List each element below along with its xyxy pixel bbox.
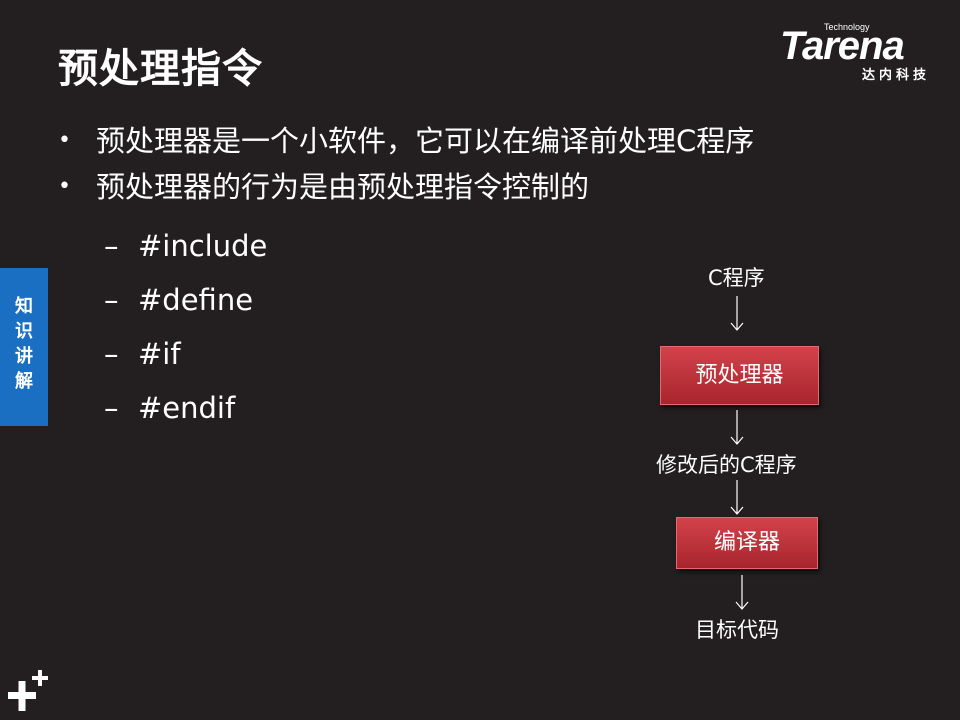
- flow-middle-label: 修改后的C程序: [656, 453, 797, 477]
- bullet-text: 预处理器是一个小软件，它可以在编译前处理C程序: [96, 124, 755, 158]
- slide-title: 预处理指令: [58, 46, 263, 92]
- flow-start-label: C程序: [708, 266, 765, 290]
- dash-icon: –: [104, 337, 119, 371]
- directive-item: – #endif: [104, 384, 267, 438]
- dash-icon: –: [104, 391, 119, 425]
- directive-text: #endif: [138, 391, 236, 425]
- dash-icon: –: [104, 283, 119, 317]
- side-tab: 知识讲解: [0, 268, 48, 426]
- directive-text: #define: [138, 283, 254, 317]
- down-arrow-icon: [730, 410, 744, 445]
- directive-text: #include: [138, 229, 268, 263]
- directive-item: – #include: [104, 222, 267, 276]
- bullet-dot-icon: •: [58, 128, 71, 153]
- directive-list: – #include – #define – #if – #endif: [104, 222, 267, 438]
- slide: 预处理指令 Technology Tarena 达内科技 • 预处理器是一个小软…: [0, 0, 960, 720]
- bullet-text: 预处理器的行为是由预处理指令控制的: [96, 170, 590, 204]
- down-arrow-icon: [735, 575, 749, 610]
- bullet-item: • 预处理器是一个小软件，它可以在编译前处理C程序: [58, 118, 754, 164]
- bullet-dot-icon: •: [58, 174, 71, 199]
- bullet-list: • 预处理器是一个小软件，它可以在编译前处理C程序 • 预处理器的行为是由预处理…: [58, 118, 754, 210]
- plus-logo-icon: [8, 670, 48, 711]
- compiler-box: 编译器: [676, 517, 818, 569]
- logo-brand-text: Tarena: [780, 24, 905, 68]
- down-arrow-icon: [730, 480, 744, 515]
- down-arrow-icon: [730, 296, 744, 331]
- directive-text: #if: [138, 337, 181, 371]
- tarena-logo: Technology Tarena 达内科技: [780, 22, 948, 86]
- side-tab-label: 知识讲解: [15, 296, 33, 392]
- flow-end-label: 目标代码: [695, 618, 779, 642]
- dash-icon: –: [104, 229, 119, 263]
- directive-item: – #define: [104, 276, 267, 330]
- directive-item: – #if: [104, 330, 267, 384]
- bullet-item: • 预处理器的行为是由预处理指令控制的: [58, 164, 754, 210]
- logo-subtitle-text: 达内科技: [862, 68, 931, 83]
- preprocessor-box: 预处理器: [660, 346, 819, 405]
